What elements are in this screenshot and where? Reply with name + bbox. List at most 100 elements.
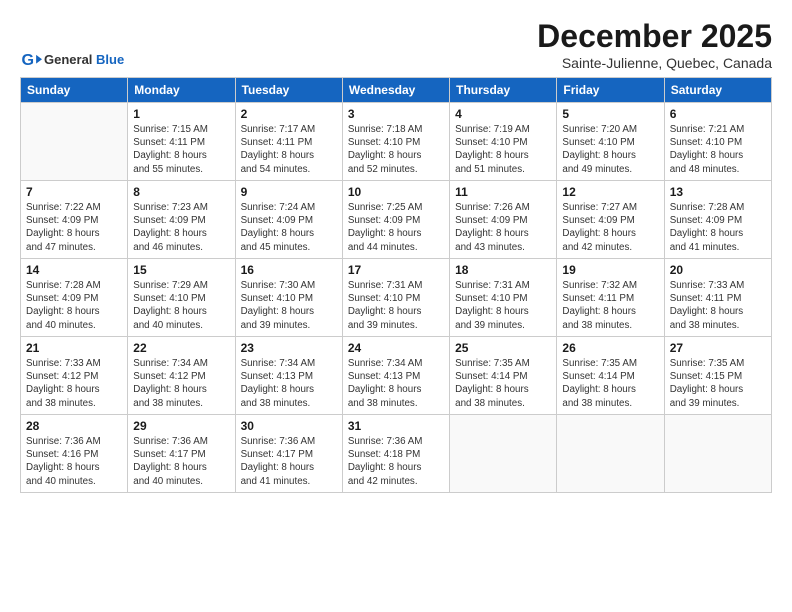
cell-w5-d6 bbox=[557, 415, 664, 493]
cell-w3-d2: 15Sunrise: 7:29 AM Sunset: 4:10 PM Dayli… bbox=[128, 259, 235, 337]
day-info: Sunrise: 7:17 AM Sunset: 4:11 PM Dayligh… bbox=[241, 123, 337, 176]
cell-w5-d1: 28 Sunrise: 7:36 AM Sunset: 4:16 PM Dayli… bbox=[21, 415, 128, 493]
cell-w3-d7: 20Sunrise: 7:33 AM Sunset: 4:11 PM Dayli… bbox=[664, 259, 771, 337]
cell-w2-d1: 7Sunrise: 7:22 AM Sunset: 4:09 PM Daylig… bbox=[21, 181, 128, 259]
day-info: Sunrise: 7:36 AM Sunset: 4:16 PM Dayligh… bbox=[26, 435, 122, 488]
day-number: 12 bbox=[562, 185, 658, 199]
day-info: Sunrise: 7:24 AM Sunset: 4:09 PM Dayligh… bbox=[241, 201, 337, 254]
day-number: 6 bbox=[670, 107, 766, 121]
day-info: Sunrise: 7:36 AM Sunset: 4:17 PM Dayligh… bbox=[241, 435, 337, 488]
cell-w1-d3: 2 Sunrise: 7:17 AM Sunset: 4:11 PM Daylig… bbox=[235, 103, 342, 181]
day-info: Sunrise: 7:18 AM Sunset: 4:10 PM Dayligh… bbox=[348, 123, 444, 176]
cell-w2-d5: 11 Sunrise: 7:26 AM Sunset: 4:09 PM Dayli… bbox=[450, 181, 557, 259]
day-info: Sunrise: 7:31 AM Sunset: 4:10 PM Dayligh… bbox=[455, 279, 551, 332]
day-number: 2 bbox=[241, 107, 337, 121]
week-row-2: 7Sunrise: 7:22 AM Sunset: 4:09 PM Daylig… bbox=[21, 181, 772, 259]
day-number: 18 bbox=[455, 263, 551, 277]
day-number: 17 bbox=[348, 263, 444, 277]
col-thursday: Thursday bbox=[450, 78, 557, 103]
day-info: Sunrise: 7:36 AM Sunset: 4:18 PM Dayligh… bbox=[348, 435, 444, 488]
cell-w5-d5 bbox=[450, 415, 557, 493]
logo-text: General Blue bbox=[44, 53, 124, 67]
day-number: 31 bbox=[348, 419, 444, 433]
cell-w3-d3: 16Sunrise: 7:30 AM Sunset: 4:10 PM Dayli… bbox=[235, 259, 342, 337]
col-friday: Friday bbox=[557, 78, 664, 103]
cell-w4-d4: 24Sunrise: 7:34 AM Sunset: 4:13 PM Dayli… bbox=[342, 337, 449, 415]
calendar-body: 1 Sunrise: 7:15 AM Sunset: 4:11 PM Daylig… bbox=[21, 103, 772, 493]
subtitle: Sainte-Julienne, Quebec, Canada bbox=[537, 55, 772, 71]
day-number: 23 bbox=[241, 341, 337, 355]
day-info: Sunrise: 7:33 AM Sunset: 4:12 PM Dayligh… bbox=[26, 357, 122, 410]
day-number: 10 bbox=[348, 185, 444, 199]
cell-w3-d5: 18 Sunrise: 7:31 AM Sunset: 4:10 PM Dayli… bbox=[450, 259, 557, 337]
col-tuesday: Tuesday bbox=[235, 78, 342, 103]
svg-text:G: G bbox=[21, 51, 34, 69]
day-number: 20 bbox=[670, 263, 766, 277]
day-number: 3 bbox=[348, 107, 444, 121]
day-number: 16 bbox=[241, 263, 337, 277]
day-info: Sunrise: 7:27 AM Sunset: 4:09 PM Dayligh… bbox=[562, 201, 658, 254]
day-number: 11 bbox=[455, 185, 551, 199]
cell-w3-d6: 19 Sunrise: 7:32 AM Sunset: 4:11 PM Dayli… bbox=[557, 259, 664, 337]
col-wednesday: Wednesday bbox=[342, 78, 449, 103]
cell-w4-d1: 21 Sunrise: 7:33 AM Sunset: 4:12 PM Dayli… bbox=[21, 337, 128, 415]
day-info: Sunrise: 7:19 AM Sunset: 4:10 PM Dayligh… bbox=[455, 123, 551, 176]
day-info: Sunrise: 7:26 AM Sunset: 4:09 PM Dayligh… bbox=[455, 201, 551, 254]
day-number: 27 bbox=[670, 341, 766, 355]
day-number: 30 bbox=[241, 419, 337, 433]
header-row: Sunday Monday Tuesday Wednesday Thursday… bbox=[21, 78, 772, 103]
cell-w3-d1: 14 Sunrise: 7:28 AM Sunset: 4:09 PM Dayli… bbox=[21, 259, 128, 337]
day-number: 24 bbox=[348, 341, 444, 355]
day-number: 21 bbox=[26, 341, 122, 355]
cell-w2-d4: 10 Sunrise: 7:25 AM Sunset: 4:09 PM Dayli… bbox=[342, 181, 449, 259]
cell-w1-d2: 1 Sunrise: 7:15 AM Sunset: 4:11 PM Daylig… bbox=[128, 103, 235, 181]
logo-icon: G bbox=[20, 49, 42, 71]
day-info: Sunrise: 7:35 AM Sunset: 4:14 PM Dayligh… bbox=[562, 357, 658, 410]
day-info: Sunrise: 7:15 AM Sunset: 4:11 PM Dayligh… bbox=[133, 123, 229, 176]
week-row-5: 28 Sunrise: 7:36 AM Sunset: 4:16 PM Dayli… bbox=[21, 415, 772, 493]
col-monday: Monday bbox=[128, 78, 235, 103]
cell-w2-d2: 8Sunrise: 7:23 AM Sunset: 4:09 PM Daylig… bbox=[128, 181, 235, 259]
title-section: December 2025 Sainte-Julienne, Quebec, C… bbox=[537, 18, 772, 71]
day-number: 5 bbox=[562, 107, 658, 121]
cell-w1-d5: 4 Sunrise: 7:19 AM Sunset: 4:10 PM Daylig… bbox=[450, 103, 557, 181]
cell-w1-d6: 5 Sunrise: 7:20 AM Sunset: 4:10 PM Daylig… bbox=[557, 103, 664, 181]
day-number: 13 bbox=[670, 185, 766, 199]
page: G General Blue December 2025 Sainte-Juli… bbox=[0, 0, 792, 503]
day-number: 1 bbox=[133, 107, 229, 121]
cell-w5-d7 bbox=[664, 415, 771, 493]
day-info: Sunrise: 7:34 AM Sunset: 4:12 PM Dayligh… bbox=[133, 357, 229, 410]
week-row-1: 1 Sunrise: 7:15 AM Sunset: 4:11 PM Daylig… bbox=[21, 103, 772, 181]
day-info: Sunrise: 7:21 AM Sunset: 4:10 PM Dayligh… bbox=[670, 123, 766, 176]
day-info: Sunrise: 7:29 AM Sunset: 4:10 PM Dayligh… bbox=[133, 279, 229, 332]
col-sunday: Sunday bbox=[21, 78, 128, 103]
day-info: Sunrise: 7:28 AM Sunset: 4:09 PM Dayligh… bbox=[26, 279, 122, 332]
day-info: Sunrise: 7:20 AM Sunset: 4:10 PM Dayligh… bbox=[562, 123, 658, 176]
day-info: Sunrise: 7:28 AM Sunset: 4:09 PM Dayligh… bbox=[670, 201, 766, 254]
day-number: 19 bbox=[562, 263, 658, 277]
day-info: Sunrise: 7:22 AM Sunset: 4:09 PM Dayligh… bbox=[26, 201, 122, 254]
cell-w1-d1 bbox=[21, 103, 128, 181]
cell-w1-d7: 6 Sunrise: 7:21 AM Sunset: 4:10 PM Daylig… bbox=[664, 103, 771, 181]
col-saturday: Saturday bbox=[664, 78, 771, 103]
cell-w2-d6: 12 Sunrise: 7:27 AM Sunset: 4:09 PM Dayli… bbox=[557, 181, 664, 259]
day-number: 9 bbox=[241, 185, 337, 199]
day-number: 22 bbox=[133, 341, 229, 355]
day-info: Sunrise: 7:23 AM Sunset: 4:09 PM Dayligh… bbox=[133, 201, 229, 254]
day-number: 29 bbox=[133, 419, 229, 433]
day-info: Sunrise: 7:34 AM Sunset: 4:13 PM Dayligh… bbox=[241, 357, 337, 410]
cell-w4-d5: 25Sunrise: 7:35 AM Sunset: 4:14 PM Dayli… bbox=[450, 337, 557, 415]
day-info: Sunrise: 7:32 AM Sunset: 4:11 PM Dayligh… bbox=[562, 279, 658, 332]
cell-w5-d2: 29Sunrise: 7:36 AM Sunset: 4:17 PM Dayli… bbox=[128, 415, 235, 493]
cell-w4-d2: 22 Sunrise: 7:34 AM Sunset: 4:12 PM Dayli… bbox=[128, 337, 235, 415]
day-number: 4 bbox=[455, 107, 551, 121]
day-info: Sunrise: 7:25 AM Sunset: 4:09 PM Dayligh… bbox=[348, 201, 444, 254]
day-info: Sunrise: 7:35 AM Sunset: 4:15 PM Dayligh… bbox=[670, 357, 766, 410]
cell-w2-d3: 9 Sunrise: 7:24 AM Sunset: 4:09 PM Daylig… bbox=[235, 181, 342, 259]
logo: G General Blue bbox=[20, 49, 124, 71]
cell-w4-d3: 23 Sunrise: 7:34 AM Sunset: 4:13 PM Dayli… bbox=[235, 337, 342, 415]
day-info: Sunrise: 7:31 AM Sunset: 4:10 PM Dayligh… bbox=[348, 279, 444, 332]
day-number: 14 bbox=[26, 263, 122, 277]
cell-w1-d4: 3 Sunrise: 7:18 AM Sunset: 4:10 PM Daylig… bbox=[342, 103, 449, 181]
day-number: 28 bbox=[26, 419, 122, 433]
